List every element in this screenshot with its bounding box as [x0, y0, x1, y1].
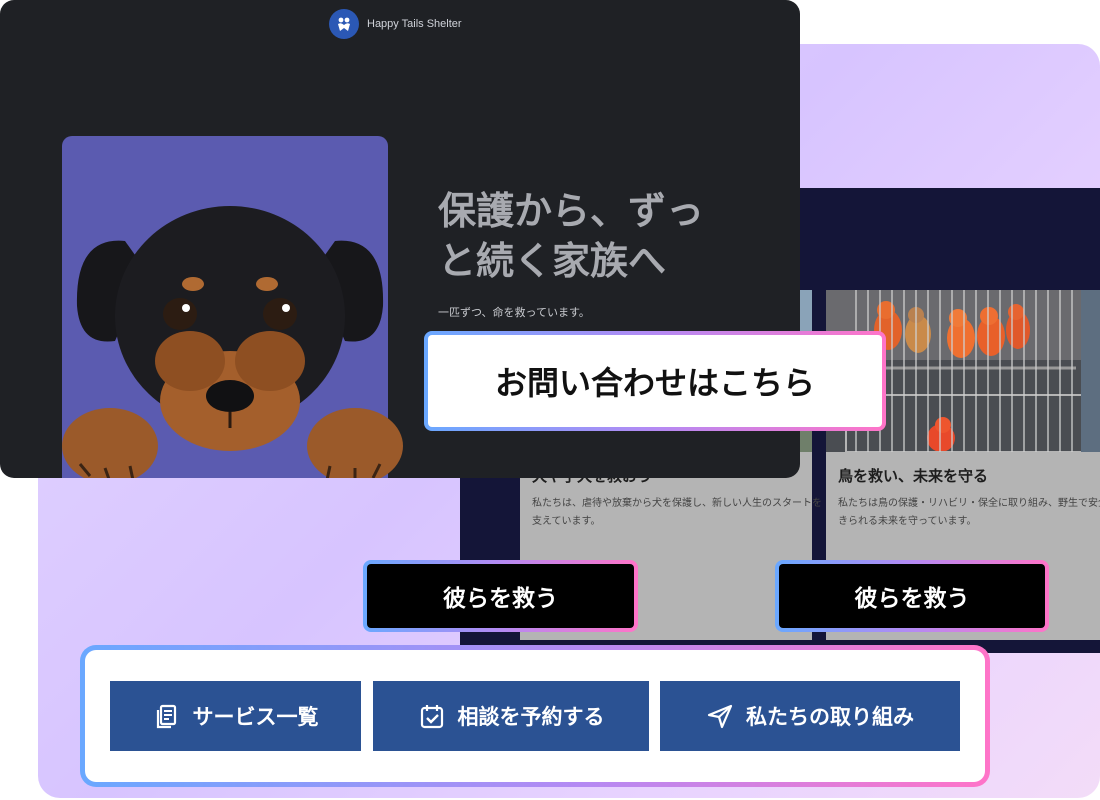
hero-tagline: 一匹ずつ、命を救っています。: [438, 306, 590, 319]
our-initiatives-button[interactable]: 私たちの取り組み: [660, 681, 960, 751]
contact-button[interactable]: お問い合わせはこちら: [428, 335, 882, 427]
card-text: 私たちは鳥の保護・リハビリ・保全に取り組み、野生で安全に生きられる未来を守ってい…: [838, 498, 1100, 527]
calendar-check-icon: [420, 705, 443, 729]
card-text: 私たちは、虐待や放棄から犬を保護し、新しい人生のスタートを支えています。: [532, 498, 822, 527]
book-consultation-button[interactable]: 相談を予約する: [373, 681, 649, 751]
paw-heart-icon: [329, 9, 359, 39]
save-birds-button-frame: 彼らを救う: [775, 560, 1049, 632]
save-dogs-button[interactable]: 彼らを救う: [367, 564, 634, 628]
brand-name: Happy Tails Shelter: [367, 18, 462, 30]
services-label: サービス一覧: [192, 705, 319, 729]
send-icon: [707, 704, 733, 729]
services-button[interactable]: サービス一覧: [110, 681, 361, 751]
action-bar-inner: サービス一覧 相談を予約する 私たちの取り組み: [85, 650, 985, 782]
card-title: 鳥を救い、未来を守る: [838, 467, 989, 485]
hero-headline: 保護から、ずっと続く家族へ: [438, 189, 705, 283]
list-document-icon: [156, 704, 176, 729]
save-dogs-button-frame: 彼らを救う: [363, 560, 638, 632]
action-bar: サービス一覧 相談を予約する 私たちの取り組み: [80, 645, 990, 787]
brand-header[interactable]: Happy Tails Shelter: [329, 9, 462, 39]
contact-button-frame: お問い合わせはこちら: [424, 331, 886, 431]
save-birds-button[interactable]: 彼らを救う: [779, 564, 1045, 628]
puppy-photo: [62, 206, 403, 478]
book-consultation-label: 相談を予約する: [457, 705, 605, 729]
our-initiatives-label: 私たちの取り組み: [746, 705, 914, 729]
